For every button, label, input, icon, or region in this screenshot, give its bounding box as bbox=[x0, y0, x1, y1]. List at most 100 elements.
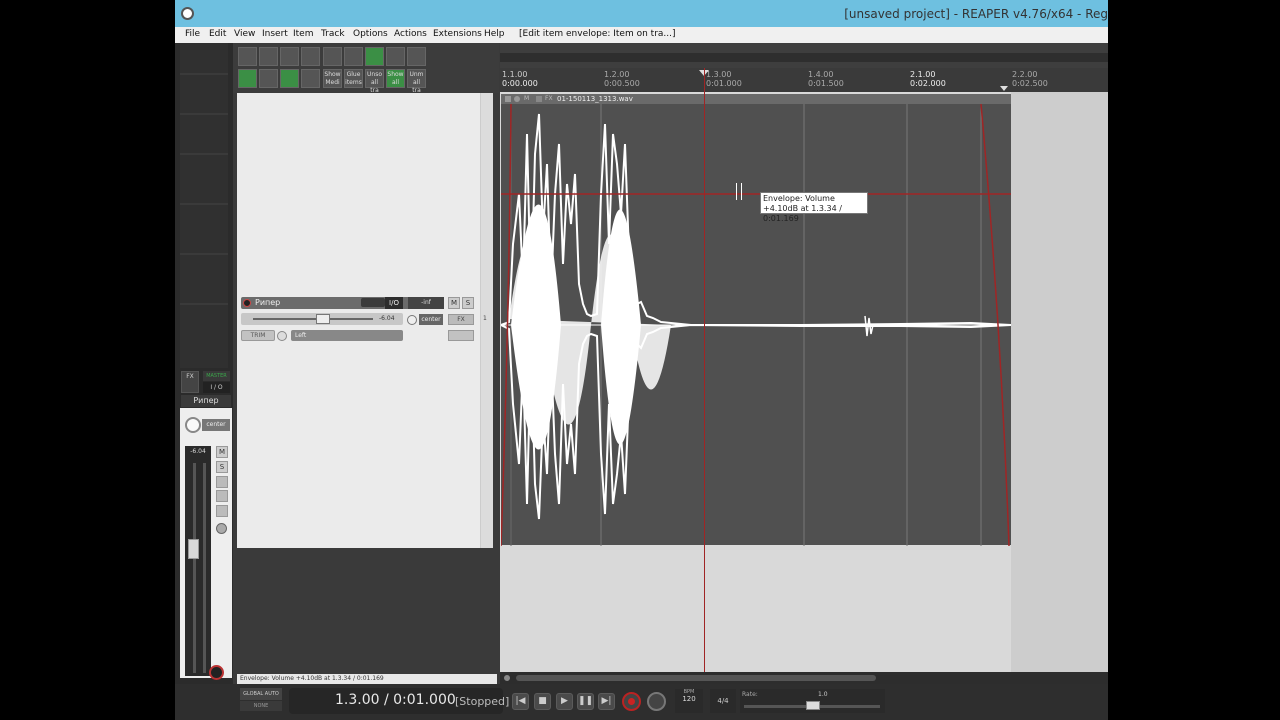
item-grouping-icon[interactable] bbox=[259, 69, 278, 88]
input-monitor-icon[interactable] bbox=[277, 331, 287, 341]
empty-arrange-area[interactable] bbox=[1011, 92, 1108, 672]
undo-icon[interactable] bbox=[323, 47, 342, 66]
stop-icon[interactable]: ■ bbox=[534, 693, 551, 710]
pan-knob-icon[interactable] bbox=[185, 417, 201, 433]
global-auto-mode[interactable]: NONE bbox=[240, 701, 282, 711]
ruler-marker: 2.2.00 0:02.500 bbox=[1012, 70, 1048, 88]
scroll-left-icon[interactable] bbox=[504, 675, 510, 681]
mixer-master-label: MASTER bbox=[203, 371, 230, 381]
menu-help[interactable]: Help bbox=[484, 29, 505, 39]
meter-slot bbox=[203, 463, 206, 673]
unmute-all-button[interactable]: Unm all tra bbox=[407, 69, 426, 94]
menu-extensions[interactable]: Extensions bbox=[433, 29, 482, 39]
menu-insert[interactable]: Insert bbox=[262, 29, 288, 39]
media-item-header[interactable]: M FX 01-150113_1313.wav bbox=[501, 94, 1011, 104]
project-settings-icon[interactable] bbox=[301, 47, 320, 66]
transport-state: [Stopped] bbox=[455, 695, 510, 708]
go-to-start-icon[interactable]: |◀ bbox=[512, 693, 529, 710]
ruler-bar: 1.3.00 bbox=[706, 70, 732, 79]
item-notes-icon[interactable] bbox=[514, 96, 520, 102]
scrollbar-thumb[interactable] bbox=[516, 675, 876, 681]
menu-file[interactable]: File bbox=[185, 29, 200, 39]
grid-icon[interactable] bbox=[407, 47, 426, 66]
menu-options[interactable]: Options bbox=[353, 29, 388, 39]
trim-automation-button[interactable]: TRIM bbox=[241, 330, 275, 341]
menu-item[interactable]: Item bbox=[293, 29, 314, 39]
transport-position: 1.3.00 / 0:01.000 bbox=[335, 692, 456, 708]
main-toolbar: Show Medi Glue items Unso all tra Show a… bbox=[233, 43, 499, 94]
loop-end-marker-icon[interactable] bbox=[1000, 86, 1008, 91]
ruler-bar: 1.1.00 bbox=[502, 70, 528, 79]
ruler-time: 0:00.500 bbox=[604, 79, 640, 88]
track-solo-button[interactable]: S bbox=[462, 297, 474, 309]
item-fx-button[interactable]: FX bbox=[545, 94, 553, 104]
new-project-icon[interactable] bbox=[238, 47, 257, 66]
show-all-button[interactable]: Show all bbox=[386, 69, 405, 88]
track-volume-readout: -6.04 bbox=[379, 315, 395, 322]
fader-slot bbox=[193, 463, 196, 673]
mixer-solo-button[interactable]: S bbox=[216, 461, 228, 473]
timeline-ruler[interactable]: 1.1.00 0:00.000 1.2.00 0:00.500 1.3.00 0… bbox=[500, 68, 1108, 92]
ruler-bar: 2.2.00 bbox=[1012, 70, 1038, 79]
rate-slider-handle[interactable] bbox=[806, 701, 820, 710]
mixer-phase-knob-icon[interactable] bbox=[216, 523, 227, 534]
record-icon[interactable] bbox=[622, 692, 641, 711]
go-to-end-icon[interactable]: ▶| bbox=[598, 693, 615, 710]
mixer-mute-button[interactable]: M bbox=[216, 446, 228, 458]
horizontal-scrollbar[interactable] bbox=[500, 672, 1108, 684]
mixer-io-button[interactable]: I / O bbox=[203, 382, 230, 393]
track-env-buttons[interactable] bbox=[448, 330, 474, 341]
track-record-arm-icon[interactable] bbox=[243, 299, 251, 307]
reaper-window: [unsaved project] - REAPER v4.76/x64 - R… bbox=[175, 0, 1108, 720]
ruler-marker: 1.2.00 0:00.500 bbox=[604, 70, 640, 88]
ruler-bar: 1.2.00 bbox=[604, 70, 630, 79]
menu-track[interactable]: Track bbox=[321, 29, 345, 39]
item-mute-button[interactable]: M bbox=[524, 94, 529, 104]
waveform-top bbox=[501, 113, 1011, 326]
ripple-edit-icon[interactable] bbox=[386, 47, 405, 66]
volume-slider-handle[interactable] bbox=[316, 314, 330, 324]
mixer-fx-button[interactable]: FX bbox=[181, 371, 199, 393]
item-envelope-icon[interactable] bbox=[536, 96, 542, 102]
glue-items-button[interactable]: Glue items bbox=[344, 69, 363, 88]
metronome-icon[interactable] bbox=[365, 47, 384, 66]
ruler-time: 0:00.000 bbox=[502, 79, 538, 88]
auto-crossfade-icon[interactable] bbox=[280, 69, 299, 88]
track-io-button[interactable]: I/O bbox=[385, 297, 403, 309]
mixer-fx-bypass-icon[interactable] bbox=[216, 490, 228, 502]
mixer-phase-icon[interactable] bbox=[216, 476, 228, 488]
snap-icon[interactable] bbox=[238, 69, 257, 88]
time-signature[interactable]: 4/4 bbox=[710, 689, 736, 713]
volume-fader-handle[interactable] bbox=[188, 539, 199, 559]
unsolo-all-button[interactable]: Unso all tra bbox=[365, 69, 384, 94]
track-name: Рипер bbox=[255, 298, 281, 307]
region-lane[interactable] bbox=[500, 53, 1108, 62]
play-icon[interactable]: ▶ bbox=[556, 693, 573, 710]
lock-icon[interactable] bbox=[301, 69, 320, 88]
item-lock-icon[interactable] bbox=[505, 96, 511, 102]
repeat-icon[interactable] bbox=[647, 692, 666, 711]
track-pan-knob-icon[interactable] bbox=[407, 315, 417, 325]
menu-edit[interactable]: Edit bbox=[209, 29, 226, 39]
open-project-icon[interactable] bbox=[259, 47, 278, 66]
menu-actions[interactable]: Actions bbox=[394, 29, 427, 39]
track-volume-slider[interactable]: -6.04 bbox=[241, 313, 403, 325]
show-media-button[interactable]: Show Medi bbox=[323, 69, 342, 88]
pause-icon[interactable]: ❚❚ bbox=[577, 693, 594, 710]
global-auto-button[interactable]: GLOBAL AUTO bbox=[240, 688, 282, 700]
bpm-display[interactable]: BPM 120 bbox=[675, 689, 703, 713]
track-mute-button[interactable]: M bbox=[448, 297, 460, 309]
status-line: Envelope: Volume +4.10dB at 1.3.34 / 0:0… bbox=[237, 674, 497, 684]
mixer-divider bbox=[180, 203, 228, 205]
ruler-marker: 1.4.00 0:01.500 bbox=[808, 70, 844, 88]
waveform-canvas[interactable] bbox=[501, 104, 1011, 546]
record-arm-icon[interactable] bbox=[209, 665, 224, 680]
redo-icon[interactable] bbox=[344, 47, 363, 66]
track-fx-button[interactable]: FX bbox=[448, 314, 474, 325]
save-project-icon[interactable] bbox=[280, 47, 299, 66]
mixer-envelope-icon[interactable] bbox=[216, 505, 228, 517]
empty-track-area[interactable] bbox=[500, 546, 1010, 672]
track-input-select[interactable]: Left bbox=[291, 330, 403, 341]
menu-view[interactable]: View bbox=[234, 29, 255, 39]
mixer-divider bbox=[180, 303, 228, 305]
